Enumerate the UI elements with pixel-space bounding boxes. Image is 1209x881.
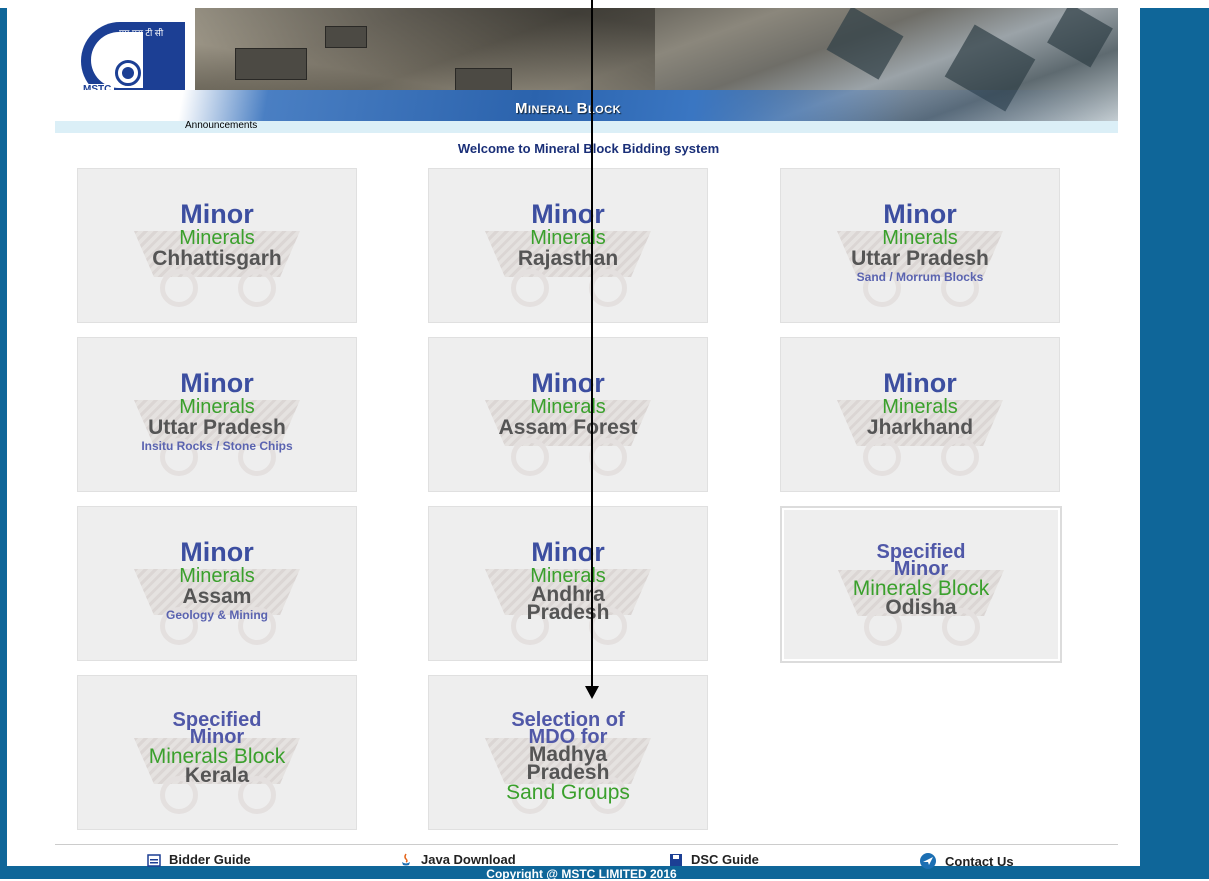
tile-detail: Sand / Morrum Blocks <box>856 270 984 284</box>
tile-state: Rajasthan <box>517 247 619 270</box>
java-icon <box>399 853 413 867</box>
tile-title: Minor <box>189 726 245 748</box>
tile-state: Uttar Pradesh <box>851 247 989 270</box>
tile-subtitle: Minerals <box>179 396 255 418</box>
tile-title: Minor <box>180 368 254 398</box>
tile-minor-minerals-rajasthan[interactable]: Minor Minerals Rajasthan <box>428 168 708 323</box>
footer-link-label: Bidder Guide <box>169 852 251 867</box>
tile-subtitle: Minerals <box>882 227 958 249</box>
tile-state: Odisha <box>885 596 957 619</box>
truck-image <box>235 48 307 80</box>
rock-image <box>826 8 904 80</box>
footer-link-java-download[interactable]: Java Download <box>399 852 516 867</box>
tile-state: Assam <box>182 585 252 608</box>
tile-subtitle: Minerals <box>530 227 606 249</box>
welcome-heading: Welcome to Mineral Block Bidding system <box>457 141 720 156</box>
footer-link-label: Java Download <box>421 852 516 867</box>
frame-left <box>0 8 7 879</box>
document-icon <box>147 853 161 867</box>
footer-divider <box>55 844 1118 845</box>
annotation-arrow-line <box>591 0 593 688</box>
tile-minor-minerals-jharkhand[interactable]: Minor Minerals Jharkhand <box>780 337 1060 492</box>
footer-link-dsc-guide[interactable]: DSC Guide <box>669 852 759 867</box>
tile-state: Uttar Pradesh <box>148 416 286 439</box>
frame-right <box>1140 8 1209 879</box>
tile-state: Pradesh <box>526 600 610 624</box>
tile-state: Chhattisgarh <box>152 247 282 270</box>
rock-image <box>1047 8 1113 68</box>
tile-title: Minor <box>531 537 605 567</box>
tile-subtitle: Minerals <box>530 396 606 418</box>
loader-image <box>325 26 367 48</box>
banner-title: Mineral Block <box>515 100 622 117</box>
tile-title: Minor <box>531 368 605 398</box>
tile-minor-minerals-up-sand[interactable]: Minor Minerals Uttar Pradesh Sand / Morr… <box>780 168 1060 323</box>
tile-title: Minor <box>883 199 957 229</box>
tile-state: Jharkhand <box>866 416 974 439</box>
tile-detail: Insitu Rocks / Stone Chips <box>141 439 293 453</box>
tile-minor-minerals-andhra-pradesh[interactable]: Minor Minerals Andhra Pradesh <box>428 506 708 661</box>
tile-subtitle: Minerals <box>882 396 958 418</box>
tile-minor-minerals-up-insitu[interactable]: Minor Minerals Uttar Pradesh Insitu Rock… <box>77 337 357 492</box>
tile-title: Minor <box>531 199 605 229</box>
tile-title: Minor <box>180 537 254 567</box>
tile-minor-minerals-assam[interactable]: Minor Minerals Assam Geology & Mining <box>77 506 357 661</box>
tile-selection-mdo-madhya-pradesh[interactable]: Selection of MDO for Madhya Pradesh Sand… <box>428 675 708 830</box>
tile-minor-minerals-chhattisgarh[interactable]: Minor Minerals Chhattisgarh <box>77 168 357 323</box>
truck-image <box>455 68 512 92</box>
announcements-label[interactable]: Announcements <box>185 120 257 131</box>
footer-link-label: DSC Guide <box>691 852 759 867</box>
page: एम एस टी सी MSTC Mineral Block Announcem… <box>7 8 1140 869</box>
tile-minor-minerals-assam-forest[interactable]: Minor Minerals Assam Forest <box>428 337 708 492</box>
logo-dot-icon <box>122 67 134 79</box>
footer-link-bidder-guide[interactable]: Bidder Guide <box>147 852 251 867</box>
annotation-arrow-head <box>585 686 599 699</box>
header-banner: एम एस टी सी MSTC Mineral Block <box>55 8 1118 121</box>
tile-subtitle: Sand Groups <box>506 780 630 804</box>
tile-specified-minor-minerals-kerala[interactable]: Specified Minor Minerals Block Kerala <box>77 675 357 830</box>
save-disk-icon <box>669 853 683 867</box>
logo-inner <box>91 32 143 88</box>
tile-specified-minor-minerals-odisha[interactable]: Specified Minor Minerals Block Odisha <box>780 506 1062 663</box>
announcements-bar[interactable]: Announcements <box>55 120 1118 133</box>
tile-state: Pradesh <box>526 760 610 784</box>
tile-state: Kerala <box>184 764 250 787</box>
tile-subtitle: Minerals <box>179 227 255 249</box>
tile-title: Minor <box>883 368 957 398</box>
tile-detail: Geology & Mining <box>166 608 268 622</box>
tile-title: Minor <box>180 199 254 229</box>
tile-subtitle: Minerals <box>179 565 255 587</box>
tile-state: Assam Forest <box>498 416 638 439</box>
tile-title: Minor <box>893 558 949 580</box>
mstc-logo[interactable]: एम एस टी सी MSTC <box>80 22 185 100</box>
